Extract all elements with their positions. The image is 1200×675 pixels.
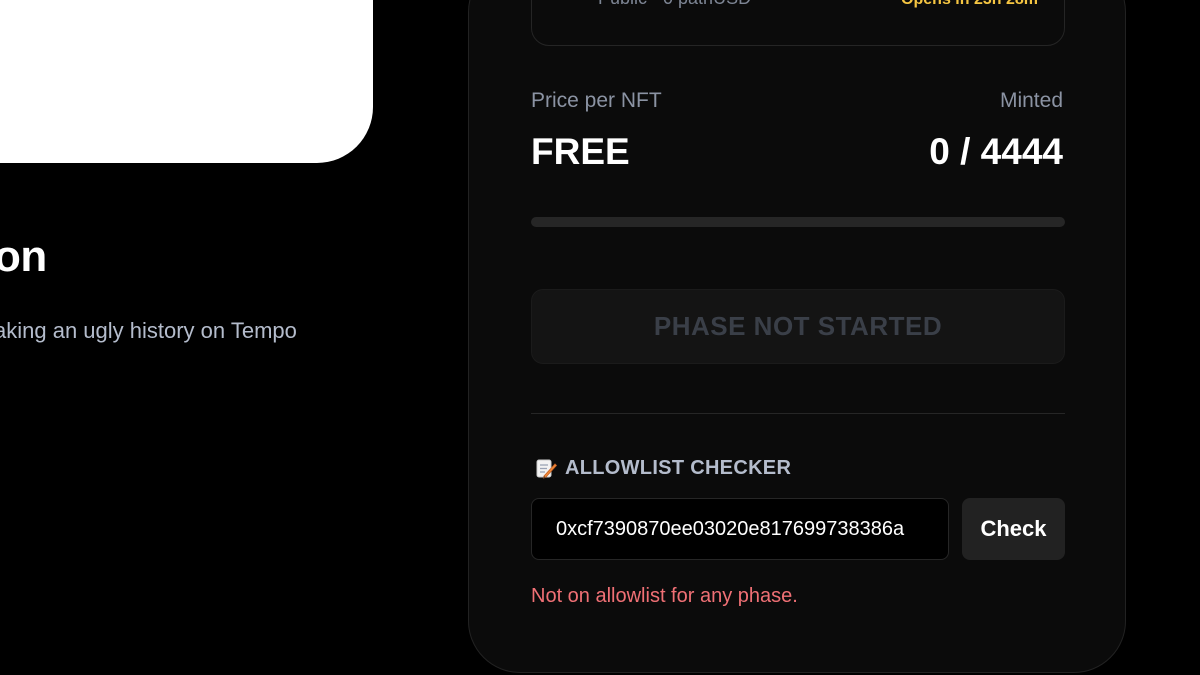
divider xyxy=(531,413,1065,414)
allowlist-checker-title: ALLOWLIST CHECKER xyxy=(565,456,792,479)
allowlist-status-message: Not on allowlist for any phase. xyxy=(531,585,798,607)
check-button[interactable]: Check xyxy=(962,498,1065,560)
minted-count: 0 / 4444 xyxy=(929,131,1063,172)
allowlist-checker-header: ALLOWLIST CHECKER xyxy=(535,456,791,480)
phase-countdown: Opens in 23h 28m xyxy=(901,0,1038,9)
price-label: Price per NFT xyxy=(531,89,662,112)
phase-meta: Public · 0 pathUSD xyxy=(598,0,751,9)
minted-label: Minted xyxy=(999,89,1063,112)
collection-description: aking an ugly history on Tempo xyxy=(0,318,297,343)
collection-title: on xyxy=(0,232,47,281)
phase-card-public[interactable]: Public · 0 pathUSD Opens in 23h 28m xyxy=(531,0,1065,46)
price-value: FREE xyxy=(531,131,630,172)
mint-page: on aking an ugly history on Tempo Public… xyxy=(0,0,1200,675)
wallet-address-input[interactable] xyxy=(531,498,949,560)
mint-progress-bar xyxy=(531,217,1065,227)
collection-image xyxy=(0,0,373,163)
mint-button[interactable]: PHASE NOT STARTED xyxy=(531,289,1065,364)
memo-icon xyxy=(535,457,558,479)
mint-card: Public · 0 pathUSD Opens in 23h 28m Pric… xyxy=(468,0,1126,673)
